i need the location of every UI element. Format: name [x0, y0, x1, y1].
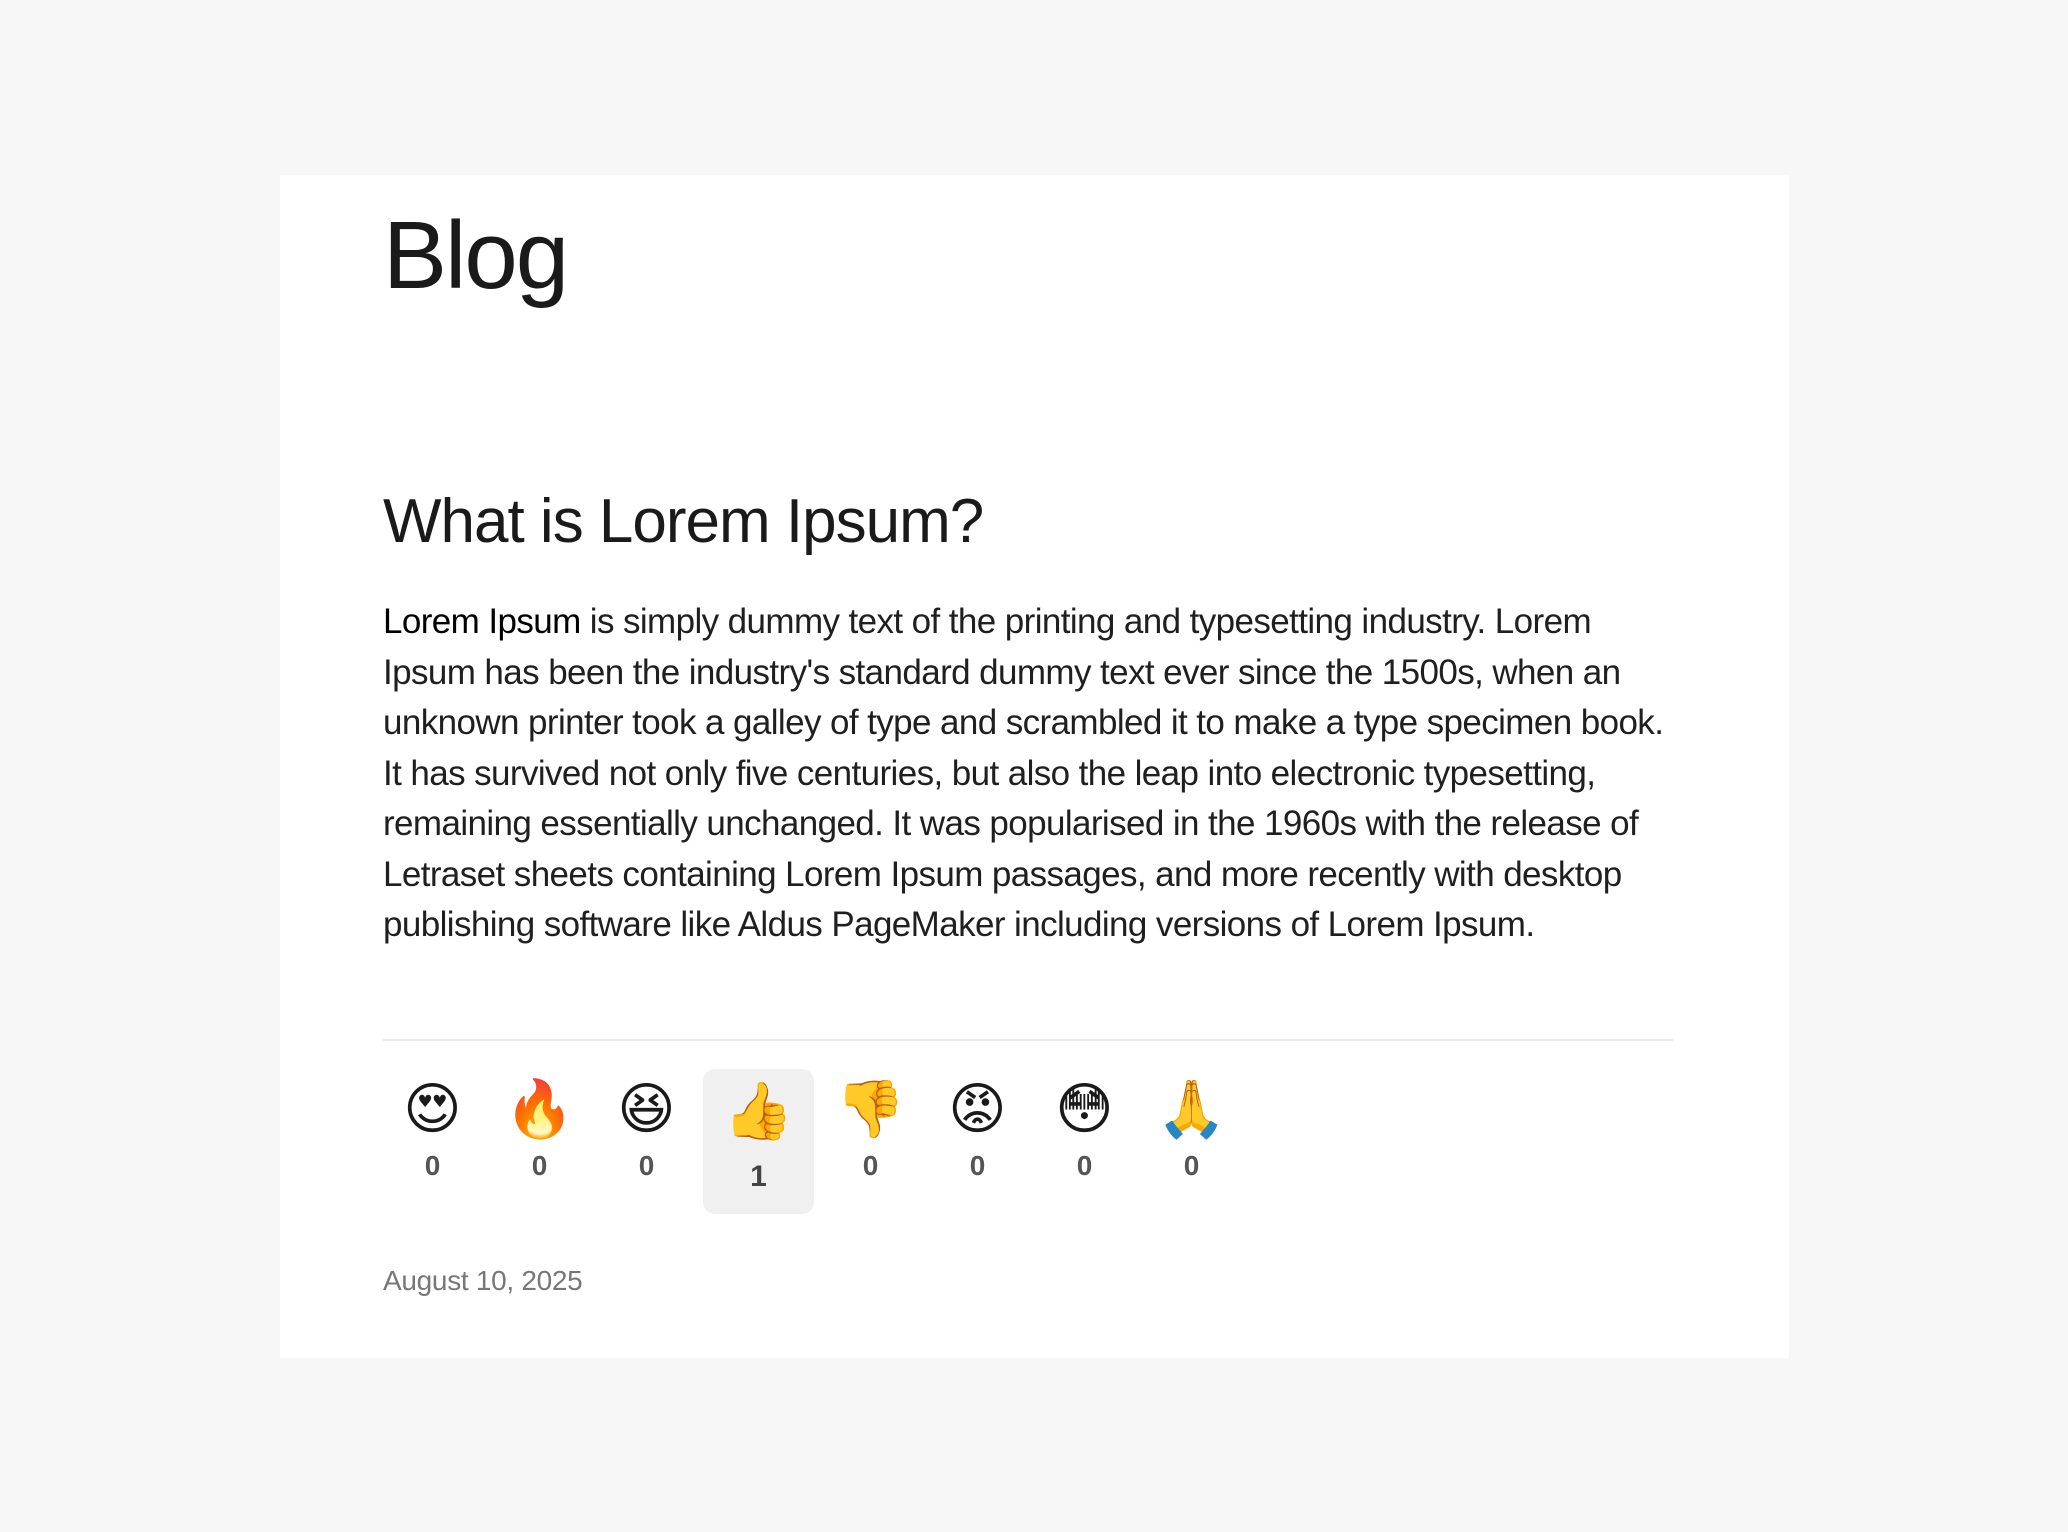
post-date: August 10, 2025 — [383, 1265, 583, 1296]
reaction-heart-eyes[interactable]: 😍 0 — [379, 1069, 486, 1182]
reaction-count: 0 — [1076, 1150, 1093, 1181]
reaction-angry[interactable]: 😡 0 — [924, 1069, 1031, 1182]
post-title: What is Lorem Ipsum? — [383, 487, 984, 556]
reaction-laughing[interactable]: 😆 0 — [593, 1069, 700, 1182]
page-title: Blog — [383, 202, 569, 309]
reaction-astonished[interactable]: 😳 0 — [1031, 1069, 1138, 1182]
folded-hands-icon: 🙏 — [1156, 1077, 1227, 1142]
reaction-bar: 😍 0 🔥 0 😆 0 👍 1 👎 0 😡 0 😳 0 🙏 0 — [379, 1069, 1245, 1214]
reaction-count: 0 — [531, 1150, 548, 1181]
angry-face-icon: 😡 — [948, 1077, 1007, 1142]
reaction-fire[interactable]: 🔥 0 — [486, 1069, 593, 1182]
reaction-count: 1 — [750, 1160, 767, 1193]
reaction-count: 0 — [862, 1150, 879, 1181]
reaction-thumbs-down[interactable]: 👎 0 — [817, 1069, 924, 1182]
reaction-count: 0 — [969, 1150, 986, 1181]
reaction-thumbs-up[interactable]: 👍 1 — [703, 1069, 814, 1214]
reaction-count: 0 — [1183, 1150, 1200, 1181]
divider — [383, 1039, 1673, 1041]
heart-eyes-icon: 😍 — [403, 1077, 462, 1142]
post-body: Lorem Ipsum is simply dummy text of the … — [383, 597, 1673, 951]
post-body-text: is simply dummy text of the printing and… — [383, 602, 1664, 944]
thumbs-down-icon: 👎 — [835, 1077, 906, 1142]
reaction-folded-hands[interactable]: 🙏 0 — [1138, 1069, 1245, 1182]
reaction-count: 0 — [424, 1150, 441, 1181]
reaction-count: 0 — [638, 1150, 655, 1181]
laughing-face-icon: 😆 — [617, 1077, 676, 1142]
fire-icon: 🔥 — [504, 1077, 575, 1142]
blog-card: Blog What is Lorem Ipsum? Lorem Ipsum is… — [280, 175, 1789, 1358]
astonished-face-icon: 😳 — [1055, 1077, 1114, 1142]
post-body-strong: Lorem Ipsum — [383, 602, 581, 641]
thumbs-up-icon: 👍 — [723, 1079, 794, 1144]
